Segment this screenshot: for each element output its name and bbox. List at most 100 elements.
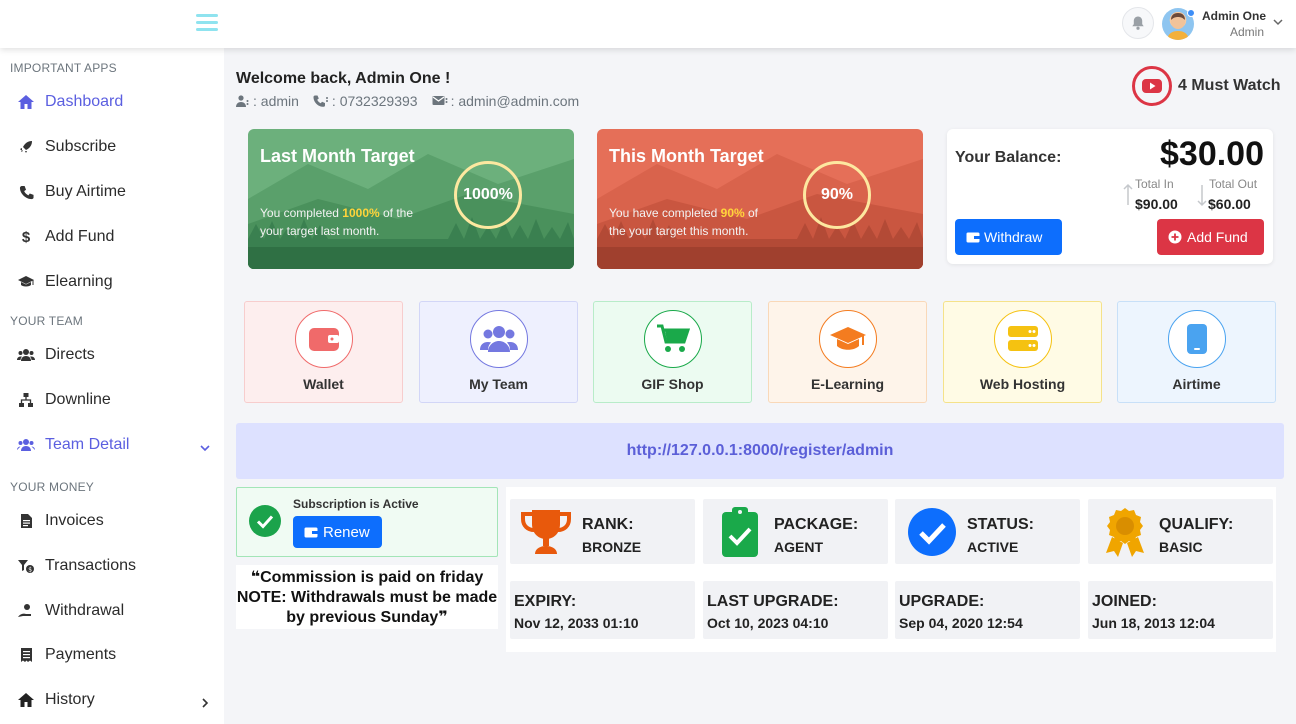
- arrow-down-icon: [1197, 183, 1207, 212]
- receipt-icon: [16, 646, 36, 664]
- user-role: Admin: [1230, 25, 1265, 39]
- must-watch-link[interactable]: 4 Must Watch: [1132, 66, 1281, 106]
- sidebar-item-payments[interactable]: Payments: [16, 643, 116, 667]
- sidebar-item-add-fund[interactable]: $ Add Fund: [16, 225, 115, 249]
- chevron-right-icon[interactable]: [200, 695, 210, 713]
- total-in-label: Total In: [1135, 177, 1174, 191]
- username-text: : admin: [253, 93, 299, 109]
- tile-label: Airtime: [1172, 376, 1221, 392]
- sidebar-item-label: Downline: [45, 391, 111, 408]
- withdraw-label: Withdraw: [984, 229, 1043, 245]
- date-label: EXPIRY:: [514, 593, 577, 610]
- commission-text: Commission is paid on friday NOTE: Withd…: [236, 569, 498, 626]
- graduation-cap-icon: [16, 273, 36, 291]
- commission-note: ❝Commission is paid on friday NOTE: With…: [236, 565, 498, 629]
- tile-gif-shop[interactable]: GIF Shop: [593, 301, 752, 403]
- target-title: Last Month Target: [260, 146, 415, 166]
- sidebar-item-label: Directs: [45, 346, 95, 363]
- sidebar-item-subscribe[interactable]: Subscribe: [16, 135, 116, 159]
- renew-label: Renew: [323, 523, 370, 541]
- stat-value: AGENT: [774, 539, 823, 555]
- sidebar-item-team-detail[interactable]: Team Detail: [16, 433, 212, 457]
- sidebar-item-transactions[interactable]: $ Transactions: [16, 554, 136, 578]
- award-icon: [1104, 507, 1146, 564]
- tile-label: E-Learning: [810, 376, 885, 392]
- hamburger-menu-icon[interactable]: [196, 14, 218, 34]
- tile-label: Web Hosting: [979, 376, 1066, 392]
- sidebar-item-history[interactable]: History: [16, 688, 212, 712]
- clipboard-check-icon: [721, 506, 759, 563]
- this-month-target-card: This Month Target You have completed 90%…: [597, 129, 923, 269]
- date-expiry: EXPIRY: Nov 12, 2033 01:10: [510, 581, 695, 639]
- notification-bell-icon[interactable]: [1122, 7, 1154, 39]
- arrow-up-icon: [1123, 183, 1133, 212]
- renew-button[interactable]: Renew: [293, 516, 382, 548]
- referral-link[interactable]: http://127.0.0.1:8000/register/admin: [236, 423, 1284, 479]
- sidebar-item-label: Dashboard: [45, 93, 124, 110]
- date-label: LAST UPGRADE:: [707, 593, 839, 610]
- date-value: Jun 18, 2013 12:04: [1092, 615, 1215, 631]
- total-out-label: Total Out: [1209, 177, 1258, 191]
- date-value: Nov 12, 2033 01:10: [514, 615, 639, 631]
- quote-close-icon: ❞: [438, 609, 448, 626]
- sidebar-item-buy-airtime[interactable]: Buy Airtime: [16, 180, 126, 204]
- sidebar-section-your-team: YOUR TEAM: [10, 314, 83, 328]
- sidebar-item-downline[interactable]: Downline: [16, 388, 111, 412]
- stat-value: BRONZE: [582, 539, 642, 555]
- withdraw-button[interactable]: Withdraw: [955, 219, 1062, 255]
- chevron-down-icon[interactable]: [200, 440, 210, 458]
- sidebar-item-invoices[interactable]: Invoices: [16, 509, 104, 533]
- stat-label: PACKAGE:: [774, 516, 859, 533]
- tile-wallet[interactable]: Wallet: [244, 301, 403, 403]
- date-value: Sep 04, 2020 12:54: [899, 615, 1023, 631]
- stat-value: ACTIVE: [967, 539, 1019, 555]
- graduation-cap-icon: [819, 310, 877, 368]
- tile-e-learning[interactable]: E-Learning: [768, 301, 927, 403]
- users-cog-icon: [16, 436, 36, 454]
- stat-package: PACKAGE: AGENT: [703, 499, 888, 564]
- date-last-upgrade: LAST UPGRADE: Oct 10, 2023 04:10: [703, 581, 888, 639]
- sidebar-item-label: Payments: [45, 646, 117, 663]
- phone-icon: [16, 183, 36, 201]
- sidebar-item-elearning[interactable]: Elearning: [16, 270, 113, 294]
- sidebar-item-label: Transactions: [45, 557, 136, 574]
- sidebar-item-dashboard[interactable]: Dashboard: [16, 90, 123, 114]
- tile-my-team[interactable]: My Team: [419, 301, 578, 403]
- top-bar: Admin One Admin: [0, 0, 1296, 48]
- sidebar-item-label: Add Fund: [45, 228, 115, 245]
- user-name[interactable]: Admin One: [1202, 9, 1266, 23]
- sidebar-section-your-money: YOUR MONEY: [10, 480, 95, 494]
- stat-label: STATUS:: [967, 516, 1034, 533]
- wallet-icon: [295, 310, 353, 368]
- users-icon: [16, 346, 36, 364]
- target-progress-ring: 90%: [803, 161, 871, 229]
- subscription-status: Subscription is Active: [293, 497, 419, 511]
- sidebar-item-directs[interactable]: Directs: [16, 343, 95, 367]
- date-upgrade: UPGRADE: Sep 04, 2020 12:54: [895, 581, 1080, 639]
- date-value: Oct 10, 2023 04:10: [707, 615, 829, 631]
- tile-label: GIF Shop: [641, 376, 704, 392]
- chevron-down-icon[interactable]: [1273, 14, 1283, 32]
- date-joined: JOINED: Jun 18, 2013 12:04: [1088, 581, 1273, 639]
- email-icon: [432, 95, 448, 107]
- sidebar-item-withdrawal[interactable]: Withdrawal: [16, 599, 124, 623]
- tile-airtime[interactable]: Airtime: [1117, 301, 1276, 403]
- sidebar-section-important-apps: IMPORTANT APPS: [10, 61, 117, 75]
- stat-rank: RANK: BRONZE: [510, 499, 695, 564]
- stat-label: QUALIFY:: [1159, 516, 1234, 533]
- last-month-target-card: Last Month Target You completed 1000% of…: [248, 129, 574, 269]
- tile-web-hosting[interactable]: Web Hosting: [943, 301, 1102, 403]
- stat-qualify: QUALIFY: BASIC: [1088, 499, 1273, 564]
- cart-icon: [644, 310, 702, 368]
- add-fund-button[interactable]: Add Fund: [1157, 219, 1264, 255]
- target-description: You completed 1000% of the your target l…: [260, 206, 414, 238]
- target-description: You have completed 90% of the your targe…: [609, 206, 759, 238]
- check-circle-icon: [249, 505, 281, 542]
- balance-card: Your Balance: $30.00 Total In $90.00 Tot…: [947, 129, 1273, 264]
- phone-text: : 0732329393: [331, 93, 418, 109]
- date-label: UPGRADE:: [899, 593, 985, 610]
- target-title: This Month Target: [609, 146, 764, 166]
- online-status-dot: [1187, 9, 1195, 17]
- sidebar: IMPORTANT APPS Dashboard Subscribe Buy A…: [0, 48, 224, 724]
- sitemap-icon: [16, 391, 36, 409]
